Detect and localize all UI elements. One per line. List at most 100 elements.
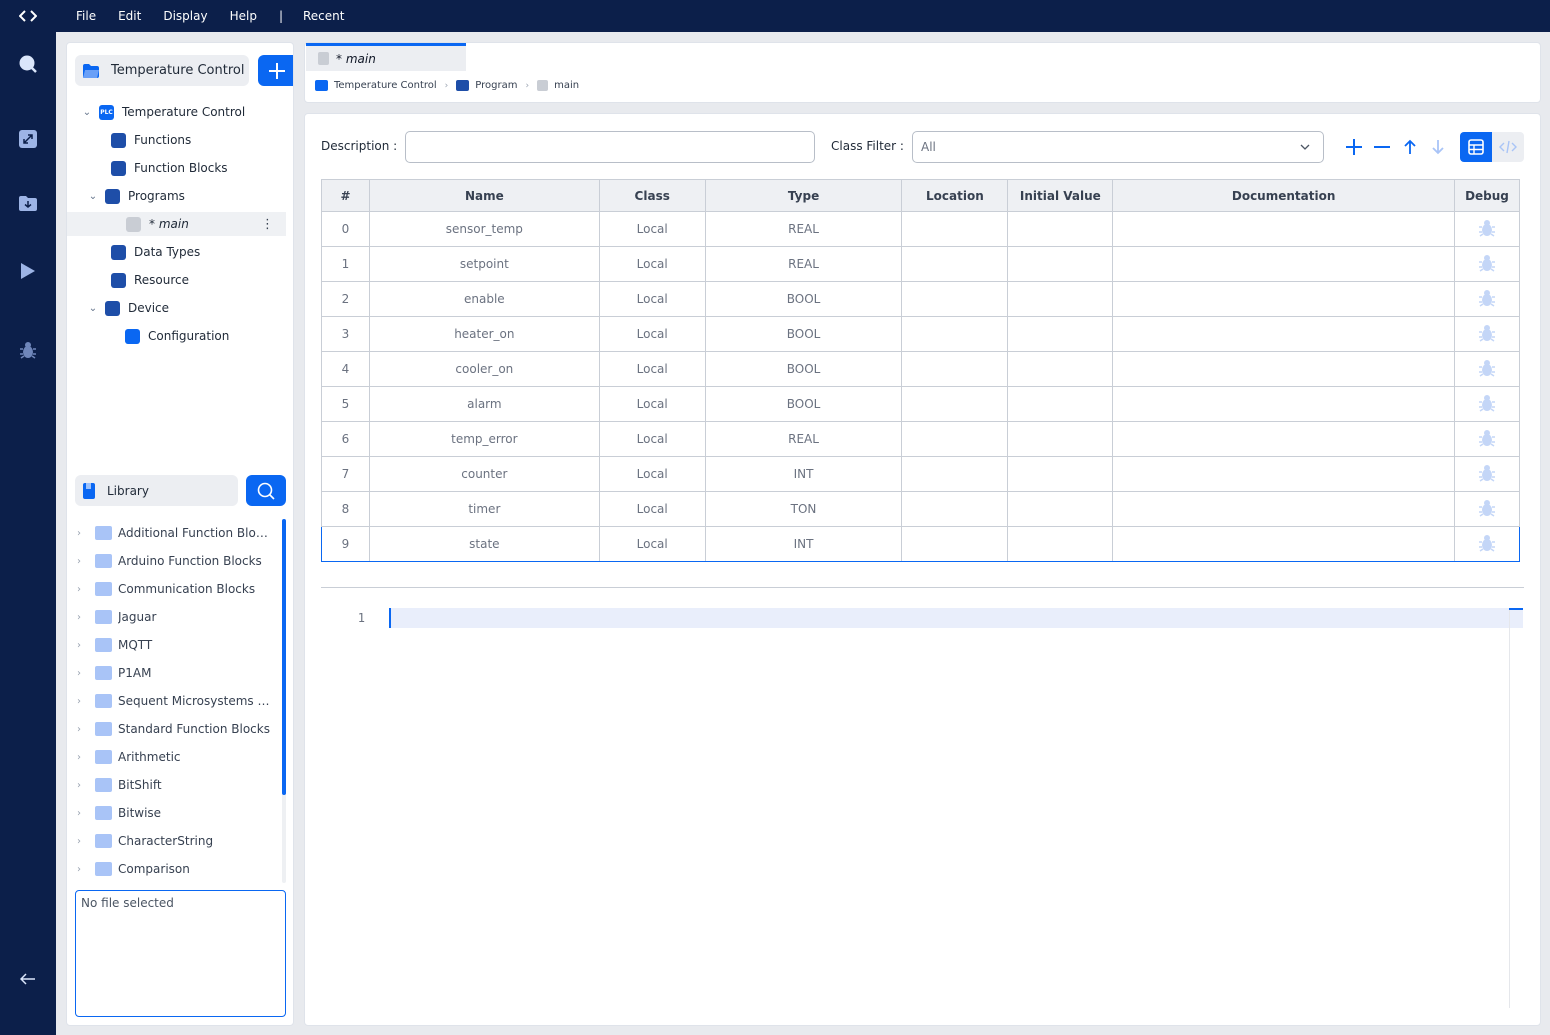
library-item[interactable]: › Comparison [67,857,279,881]
library-item[interactable]: › Bitwise [67,801,279,825]
chevron-down-icon[interactable]: ⌄ [87,191,99,202]
debug-icon[interactable] [18,340,38,360]
variable-initial-value[interactable] [1007,281,1114,317]
app-logo-icon[interactable] [0,0,56,32]
variable-documentation[interactable] [1112,526,1455,562]
library-item[interactable]: › P1AM [67,661,279,685]
variable-name[interactable]: state [368,526,600,562]
variable-initial-value[interactable] [1007,456,1114,492]
variable-initial-value[interactable] [1007,246,1114,282]
tree-item-configuration[interactable]: Configuration [119,324,286,348]
tree-item-function-blocks[interactable]: Function Blocks [105,156,286,180]
variable-class[interactable]: Local [598,491,706,527]
variable-type[interactable]: REAL [704,246,903,282]
row-index[interactable]: 1 [321,246,370,282]
library-item[interactable]: › Communication Blocks [67,577,279,601]
chevron-right-icon[interactable]: › [77,640,89,651]
variable-documentation[interactable] [1112,456,1455,492]
description-input[interactable] [405,131,815,163]
breadcrumb-item[interactable]: Temperature Control [334,80,437,91]
tree-item-functions[interactable]: Functions [105,128,286,152]
variable-location[interactable] [901,526,1009,562]
chevron-right-icon[interactable]: › [77,808,89,819]
menu-edit[interactable]: Edit [118,9,141,23]
chevron-right-icon[interactable]: › [77,668,89,679]
variable-documentation[interactable] [1112,246,1455,282]
library-search-button[interactable] [246,475,286,506]
breadcrumb-item[interactable]: main [554,80,579,91]
play-icon[interactable] [18,261,38,281]
column-header[interactable]: Type [704,179,903,212]
chevron-right-icon[interactable]: › [77,752,89,763]
move-down-button[interactable] [1426,135,1450,159]
variable-name[interactable]: cooler_on [368,351,600,387]
library-header[interactable]: Library [75,475,238,506]
debug-cell[interactable] [1453,456,1521,492]
library-scrollbar[interactable] [282,519,286,883]
code-editor-scroll-track[interactable] [1509,608,1510,1008]
debug-cell[interactable] [1453,351,1521,387]
variable-documentation[interactable] [1112,211,1455,247]
variable-type[interactable]: BOOL [704,386,903,422]
tree-item-main[interactable]: * main ⋮ [67,212,286,236]
chevron-right-icon[interactable]: › [77,612,89,623]
row-index[interactable]: 2 [321,281,370,317]
library-item[interactable]: › Arduino Function Blocks [67,549,279,573]
variable-type[interactable]: BOOL [704,351,903,387]
tab-main[interactable]: * main [306,43,466,71]
variable-location[interactable] [901,386,1009,422]
debug-icon[interactable] [1477,463,1497,483]
chevron-right-icon[interactable]: › [77,556,89,567]
variable-type[interactable]: REAL [704,421,903,457]
variable-name[interactable]: enable [368,281,600,317]
breadcrumb-item[interactable]: Program [475,80,517,91]
chevron-right-icon[interactable]: › [77,864,89,875]
row-index[interactable]: 3 [321,316,370,352]
variable-type[interactable]: BOOL [704,281,903,317]
debug-cell[interactable] [1453,386,1521,422]
row-index[interactable]: 6 [321,421,370,457]
chevron-down-icon[interactable]: ⌄ [87,303,99,314]
debug-icon[interactable] [1477,253,1497,273]
variable-location[interactable] [901,316,1009,352]
file-info-box[interactable]: No file selected [75,890,286,1017]
code-editor-line[interactable] [389,608,1523,628]
column-header[interactable]: Initial Value [1007,179,1114,212]
back-arrow-icon[interactable] [18,969,38,989]
variable-documentation[interactable] [1112,316,1455,352]
row-index[interactable]: 4 [321,351,370,387]
variable-class[interactable]: Local [598,526,706,562]
column-header[interactable]: Name [368,179,600,212]
chevron-right-icon[interactable]: › [77,528,89,539]
variable-location[interactable] [901,281,1009,317]
menu-file[interactable]: File [76,9,96,23]
table-row[interactable]: 3 heater_on Local BOOL [321,316,1521,352]
chevron-right-icon[interactable]: › [77,724,89,735]
debug-cell[interactable] [1453,281,1521,317]
class-filter-select[interactable]: All [912,131,1324,163]
debug-icon[interactable] [1477,358,1497,378]
row-index[interactable]: 5 [321,386,370,422]
variable-initial-value[interactable] [1007,211,1114,247]
variable-initial-value[interactable] [1007,316,1114,352]
column-header[interactable]: Class [598,179,706,212]
variable-class[interactable]: Local [598,421,706,457]
variable-type[interactable]: REAL [704,211,903,247]
variable-type[interactable]: TON [704,491,903,527]
code-view-button[interactable] [1492,132,1524,162]
column-header[interactable]: Location [901,179,1009,212]
debug-icon[interactable] [1477,323,1497,343]
column-header[interactable]: Documentation [1112,179,1455,212]
variable-type[interactable]: BOOL [704,316,903,352]
variable-documentation[interactable] [1112,386,1455,422]
debug-icon[interactable] [1477,218,1497,238]
debug-cell[interactable] [1453,526,1521,562]
debug-cell[interactable] [1453,211,1521,247]
project-header[interactable]: Temperature Control [75,55,249,86]
chevron-right-icon[interactable]: › [77,836,89,847]
column-header[interactable]: # [321,179,370,212]
variable-name[interactable]: sensor_temp [368,211,600,247]
table-row[interactable]: 4 cooler_on Local BOOL [321,351,1521,387]
variable-documentation[interactable] [1112,421,1455,457]
variable-class[interactable]: Local [598,281,706,317]
